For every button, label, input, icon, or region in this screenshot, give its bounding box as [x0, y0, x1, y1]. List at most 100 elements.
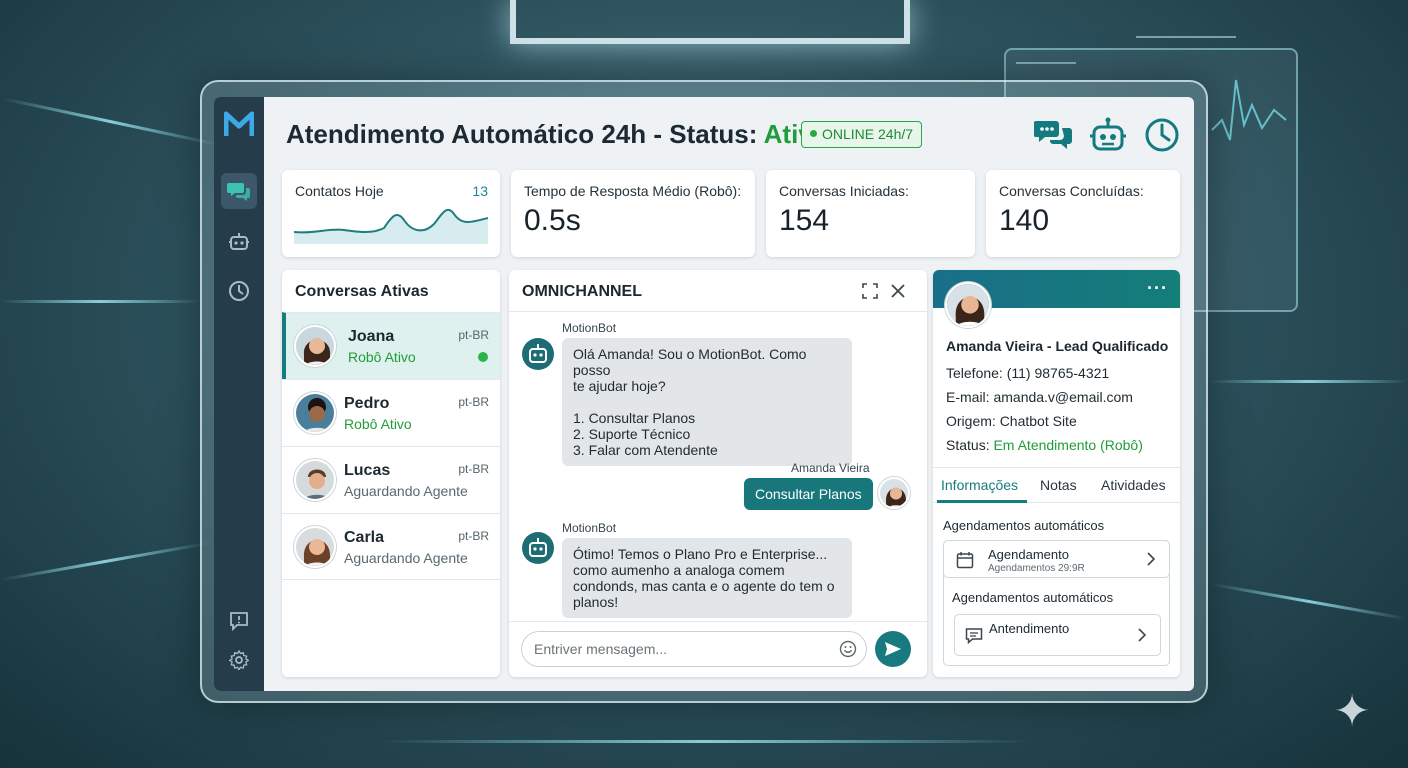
schedule-row-atendimento[interactable]: Antendimento: [954, 614, 1161, 656]
lead-status-label: Status:: [946, 437, 994, 453]
online-indicator: [478, 352, 488, 362]
chevron-right-icon: [1147, 552, 1156, 566]
conversation-status: Aguardando Agente: [344, 483, 468, 499]
logo-icon: [224, 111, 254, 136]
chat-title: OMNICHANNEL: [522, 283, 642, 300]
close-icon[interactable]: [889, 282, 907, 300]
app-window: Atendimento Automático 24h - Status: Ati…: [214, 97, 1194, 691]
lead-status-value: Em Atendimento (Robô): [993, 437, 1143, 453]
conversation-item[interactable]: Lucas Aguardando Agente pt-BR: [282, 446, 500, 513]
send-button[interactable]: [875, 631, 911, 667]
robot-icon: [229, 233, 249, 250]
lead-origin-label: Origem:: [946, 413, 1000, 429]
lead-tabs: Informações Notas Atividades: [933, 467, 1180, 503]
conversation-language: pt-BR: [458, 328, 489, 342]
emoji-icon[interactable]: [839, 640, 857, 658]
feedback-icon: [230, 612, 248, 631]
active-conversations-panel: Conversas Ativas Joana Robô Ativo pt-BR …: [282, 270, 500, 677]
schedule-row-agendamento[interactable]: Agendamento Agendamentos 29:9R: [943, 540, 1170, 578]
conversation-language: pt-BR: [458, 462, 489, 476]
sidebar-item-settings[interactable]: [221, 642, 257, 678]
chat-icon[interactable]: [1034, 115, 1074, 155]
gear-icon: [229, 650, 249, 670]
conversation-status: Aguardando Agente: [344, 550, 468, 566]
avatar: [878, 477, 910, 509]
schedule-row-title: Antendimento: [989, 621, 1070, 636]
conversation-status: Robô Ativo: [348, 349, 416, 365]
background-light-beam: [2, 97, 218, 146]
conversation-language: pt-BR: [458, 529, 489, 543]
stat-value: 140: [999, 204, 1050, 237]
user-message-bubble: Consultar Planos: [744, 478, 873, 510]
lead-avatar: [945, 282, 991, 328]
sidebar-item-chat[interactable]: [221, 173, 257, 209]
more-options-icon[interactable]: ···: [1147, 278, 1168, 299]
tab-informacoes[interactable]: Informações: [941, 477, 1018, 493]
sidebar-item-robot[interactable]: [221, 223, 257, 259]
conversation-language: pt-BR: [458, 395, 489, 409]
lead-phone: Telefone: (11) 98765-4321: [946, 365, 1109, 381]
chat-icon: [227, 183, 250, 201]
conversation-status: Robô Ativo: [344, 416, 412, 432]
bot-avatar: [522, 532, 554, 564]
sparkle-icon: ✦: [1333, 687, 1371, 736]
lead-email-label: E-mail:: [946, 389, 994, 405]
active-tab-indicator: [937, 500, 1027, 503]
background-light-beam: [1210, 380, 1408, 383]
main-content: Atendimento Automático 24h - Status: Ati…: [264, 97, 1194, 691]
lead-name: Amanda Vieira - Lead Qualificado: [946, 338, 1169, 354]
conversation-name: Joana: [348, 328, 395, 345]
conversation-list: Joana Robô Ativo pt-BR Pedro Robô Ativo …: [282, 312, 500, 580]
schedule-box: Agendamento Agendamentos 29:9R Agendamen…: [943, 540, 1170, 666]
lead-email: E-mail: amanda.v@email.com: [946, 389, 1133, 405]
message-input[interactable]: [521, 631, 867, 667]
bot-message-bubble: Ótimo! Temos o Plano Pro e Enterprise...…: [562, 538, 852, 618]
stat-card-contacts-today: Contatos Hoje 13: [282, 170, 500, 257]
lead-status: Status: Em Atendimento (Robô): [946, 437, 1143, 453]
conversation-item[interactable]: Joana Robô Ativo pt-BR: [282, 312, 500, 379]
stat-card-conversations-started: Conversas Iniciadas: 154: [766, 170, 975, 257]
tab-atividades[interactable]: Atividades: [1101, 477, 1166, 493]
clock-icon: [229, 281, 249, 301]
hud-line: [1136, 36, 1236, 38]
message-sender: MotionBot: [562, 321, 617, 335]
chat-panel: OMNICHANNEL MotionBot Olá Amanda! Sou o …: [509, 270, 927, 677]
robot-icon: [529, 344, 547, 363]
lead-origin: Origem: Chatbot Site: [946, 413, 1077, 429]
lead-phone-label: Telefone:: [946, 365, 1007, 381]
stat-label: Tempo de Resposta Médio (Robô):: [524, 183, 742, 199]
conversation-name: Pedro: [344, 395, 390, 412]
conversation-item[interactable]: Carla Aguardando Agente pt-BR: [282, 513, 500, 580]
page-title-text: Atendimento Automático 24h - Status:: [286, 119, 764, 149]
message-icon: [965, 628, 983, 645]
sparkline-chart: [294, 208, 488, 244]
background-light-beam: [1211, 582, 1407, 621]
lead-detail-panel: ··· Amanda Vieira - Lead Qualificado Tel…: [933, 270, 1180, 677]
tab-notas[interactable]: Notas: [1040, 477, 1077, 493]
conversation-name: Carla: [344, 529, 385, 546]
sidebar-item-history[interactable]: [221, 273, 257, 309]
background-ceiling-light: [510, 0, 910, 44]
expand-icon[interactable]: [861, 282, 879, 300]
calendar-icon: [956, 552, 974, 569]
chat-header: OMNICHANNEL: [509, 270, 927, 312]
bot-message-bubble: Olá Amanda! Sou o MotionBot. Como posso …: [562, 338, 852, 466]
chevron-right-icon: [1138, 628, 1147, 642]
conversation-name: Lucas: [344, 462, 391, 479]
background-light-beam: [0, 300, 200, 303]
sidebar-item-feedback[interactable]: [221, 603, 257, 639]
stat-card-conversations-completed: Conversas Concluídas: 140: [986, 170, 1180, 257]
section-title: Agendamentos automáticos: [952, 590, 1114, 605]
avatar: [294, 392, 336, 434]
bot-avatar: [522, 338, 554, 370]
stat-number: 13: [472, 183, 488, 199]
conversation-item[interactable]: Pedro Robô Ativo pt-BR: [282, 379, 500, 446]
clock-icon[interactable]: [1142, 115, 1182, 155]
robot-icon[interactable]: [1088, 115, 1128, 155]
online-status-badge: ONLINE 24h/7: [801, 121, 923, 148]
stat-label: Contatos Hoje: [295, 183, 384, 199]
schedule-row-subtitle: Agendamentos 29:9R: [988, 563, 1085, 574]
lead-phone-value: (11) 98765-4321: [1006, 365, 1110, 381]
page-title: Atendimento Automático 24h - Status: Ati…: [286, 119, 829, 150]
header-toolbar: [1034, 115, 1182, 155]
